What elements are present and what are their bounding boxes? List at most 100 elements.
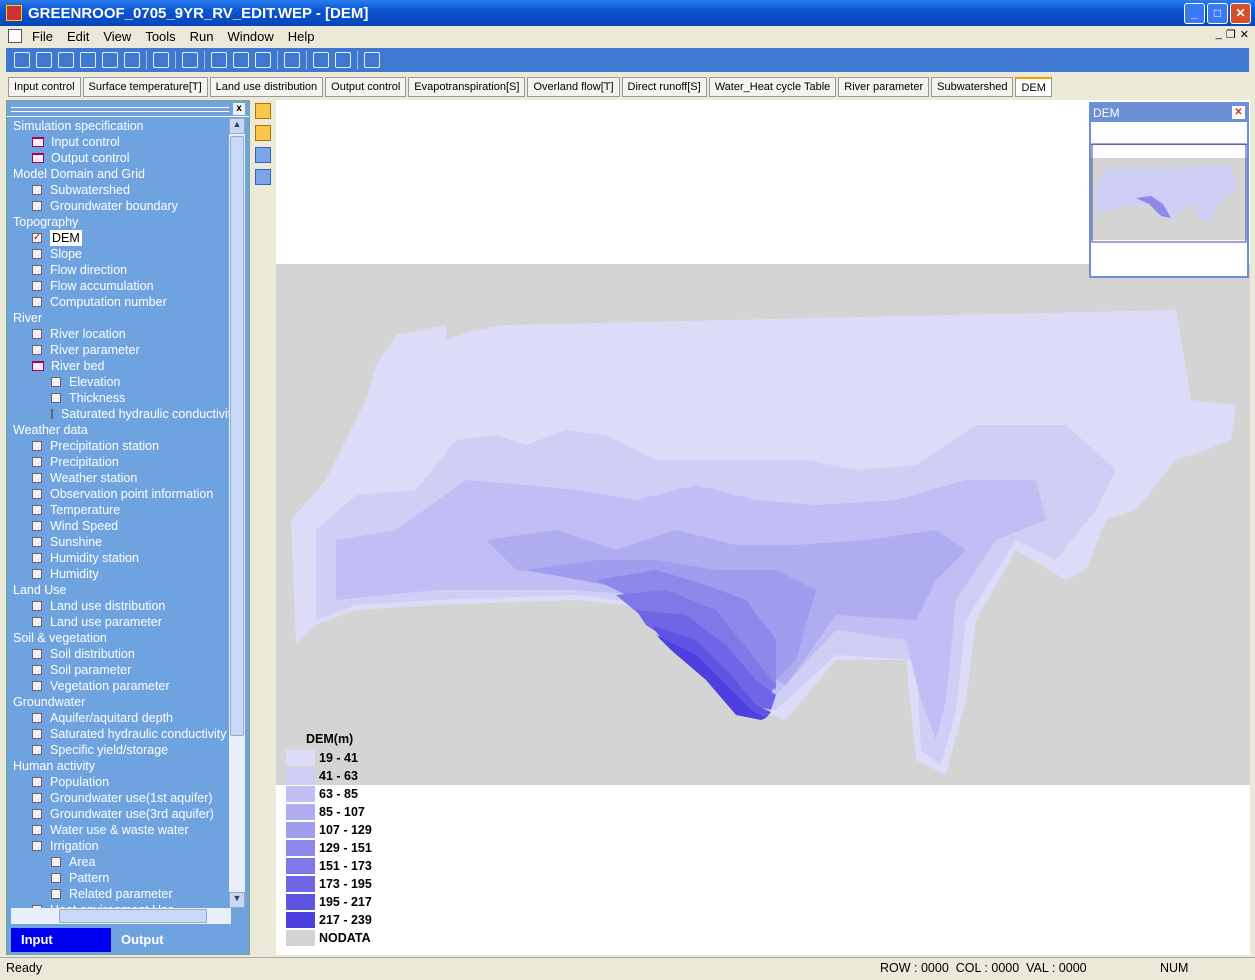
tree-item[interactable]: Flow accumulation <box>7 278 231 294</box>
menu-view[interactable]: View <box>103 29 131 44</box>
tree-item[interactable]: Computation number <box>7 294 231 310</box>
tree-item[interactable]: Pattern <box>7 870 231 886</box>
overview-window[interactable]: DEM ✕ <box>1089 102 1249 278</box>
tab-direct-runoff-s-[interactable]: Direct runoff[S] <box>621 77 707 97</box>
panel-grip[interactable] <box>7 101 249 117</box>
checkbox[interactable] <box>51 393 61 403</box>
tree-item[interactable]: Area <box>7 854 231 870</box>
tree-item[interactable]: Precipitation <box>7 454 231 470</box>
checkbox[interactable] <box>32 457 42 467</box>
pencil-icon[interactable] <box>255 52 271 68</box>
tree-item[interactable]: River bed <box>7 358 231 374</box>
folder-icon[interactable] <box>32 153 44 163</box>
mdi-minimize-button[interactable]: _ <box>1216 28 1222 41</box>
tree-item[interactable]: Irrigation <box>7 838 231 854</box>
maximize-button[interactable]: □ <box>1207 3 1228 24</box>
folder-icon[interactable] <box>32 137 44 147</box>
tree-item[interactable]: River <box>7 310 231 326</box>
vertical-scrollbar[interactable]: ▲ ▼ <box>229 118 245 908</box>
save-all-icon[interactable] <box>80 52 96 68</box>
tree-item[interactable]: River parameter <box>7 342 231 358</box>
open-icon[interactable] <box>36 52 52 68</box>
checkbox[interactable] <box>32 841 42 851</box>
tree-item[interactable]: Aquifer/aquitard depth <box>7 710 231 726</box>
checkbox[interactable] <box>32 649 42 659</box>
checkbox[interactable] <box>32 329 42 339</box>
tree-item[interactable]: Model Domain and Grid <box>7 166 231 182</box>
panel-close-icon[interactable]: x <box>233 103 245 115</box>
tab-land-use-distribution[interactable]: Land use distribution <box>209 77 324 97</box>
checkbox[interactable] <box>51 409 53 419</box>
tree-item[interactable]: Groundwater <box>7 694 231 710</box>
checkbox[interactable] <box>32 665 42 675</box>
tree-item[interactable]: Soil parameter <box>7 662 231 678</box>
checkbox[interactable] <box>32 537 42 547</box>
menu-run[interactable]: Run <box>190 29 214 44</box>
tab-water-heat-cycle-table[interactable]: Water_Heat cycle Table <box>708 77 837 97</box>
tree-item[interactable]: Saturated hydraulic conductivity <box>7 726 231 742</box>
map-tool-icon[interactable] <box>255 125 271 141</box>
tree-item[interactable]: Land use distribution <box>7 598 231 614</box>
menu-help[interactable]: Help <box>288 29 315 44</box>
tab-surface-temperature-t-[interactable]: Surface temperature[T] <box>82 77 208 97</box>
tree-item[interactable]: Subwatershed <box>7 182 231 198</box>
tree-item[interactable]: Soil distribution <box>7 646 231 662</box>
raster-tool-icon[interactable] <box>255 103 271 119</box>
checkbox[interactable] <box>51 873 61 883</box>
tab-evapotranspiration-s-[interactable]: Evapotranspiration[S] <box>408 77 526 97</box>
print-icon[interactable] <box>153 52 169 68</box>
checkbox[interactable] <box>32 793 42 803</box>
tree-item[interactable]: Soil & vegetation <box>7 630 231 646</box>
tree-item[interactable]: Precipitation station <box>7 438 231 454</box>
tree-item[interactable]: River location <box>7 326 231 342</box>
checkbox[interactable] <box>32 489 42 499</box>
checkbox[interactable] <box>32 713 42 723</box>
minimize-button[interactable]: _ <box>1184 3 1205 24</box>
checkbox[interactable] <box>32 265 42 275</box>
edit-map-icon[interactable] <box>255 169 271 185</box>
checkbox[interactable] <box>51 377 61 387</box>
tree-item[interactable]: Weather data <box>7 422 231 438</box>
menu-tools[interactable]: Tools <box>145 29 175 44</box>
tree-item[interactable]: Groundwater use(3rd aquifer) <box>7 806 231 822</box>
tree-item[interactable]: Weather station <box>7 470 231 486</box>
checkbox[interactable] <box>32 825 42 835</box>
checkbox[interactable] <box>32 441 42 451</box>
checkbox[interactable] <box>32 617 42 627</box>
tab-input-control[interactable]: Input control <box>8 77 81 97</box>
refresh-map-icon[interactable] <box>255 147 271 163</box>
tree-item[interactable]: Simulation specification <box>7 118 231 134</box>
tree-item[interactable]: Temperature <box>7 502 231 518</box>
output-tab[interactable]: Output <box>111 928 211 952</box>
list-icon[interactable] <box>211 52 227 68</box>
tree-item[interactable]: Vegetation parameter <box>7 678 231 694</box>
tree-item[interactable]: Specific yield/storage <box>7 742 231 758</box>
checkbox[interactable] <box>32 297 42 307</box>
checkbox[interactable] <box>32 281 42 291</box>
checkbox[interactable] <box>51 857 61 867</box>
menu-edit[interactable]: Edit <box>67 29 89 44</box>
tab-river-parameter[interactable]: River parameter <box>838 77 930 97</box>
tree-item[interactable]: Humidity station <box>7 550 231 566</box>
tree-item[interactable]: Groundwater boundary <box>7 198 231 214</box>
new-icon[interactable] <box>14 52 30 68</box>
tree-item[interactable]: Land Use <box>7 582 231 598</box>
menu-window[interactable]: Window <box>228 29 274 44</box>
tab-output-control[interactable]: Output control <box>325 77 407 97</box>
tree-item[interactable]: Land use parameter <box>7 614 231 630</box>
copy-icon[interactable] <box>102 52 118 68</box>
checkbox[interactable] <box>32 345 42 355</box>
tree-item[interactable]: Related parameter <box>7 886 231 902</box>
tree-item[interactable]: Thickness <box>7 390 231 406</box>
refresh-icon[interactable] <box>182 52 198 68</box>
paste-icon[interactable] <box>124 52 140 68</box>
save-icon[interactable] <box>58 52 74 68</box>
tree-item[interactable]: Elevation <box>7 374 231 390</box>
checkbox[interactable] <box>32 521 42 531</box>
mdi-close-button[interactable]: ✕ <box>1240 28 1249 41</box>
tab-subwatershed[interactable]: Subwatershed <box>931 77 1014 97</box>
checkbox[interactable] <box>32 729 42 739</box>
checkbox[interactable] <box>32 601 42 611</box>
tree-item[interactable]: Saturated hydraulic conductivity <box>7 406 231 422</box>
tree-item[interactable]: Wind Speed <box>7 518 231 534</box>
